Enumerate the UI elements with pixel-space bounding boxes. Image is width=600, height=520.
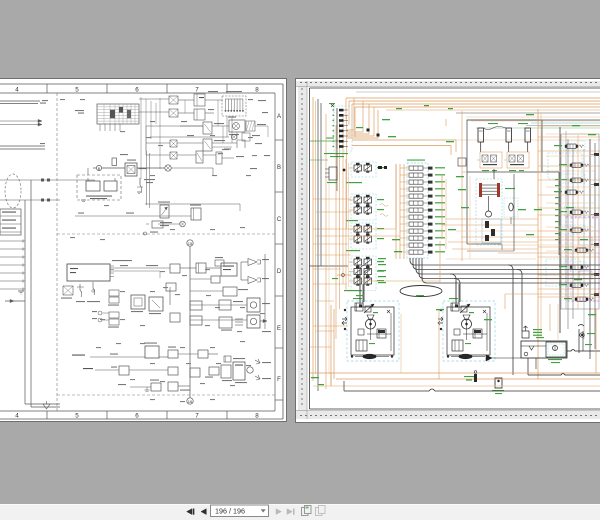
svg-text:4: 4 bbox=[15, 86, 19, 93]
svg-text:5: 5 bbox=[75, 413, 79, 420]
svg-text:7: 7 bbox=[195, 413, 199, 420]
svg-text:5: 5 bbox=[75, 86, 79, 93]
svg-text:6: 6 bbox=[135, 86, 139, 93]
svg-text:A: A bbox=[277, 114, 281, 120]
svg-text:16: 16 bbox=[188, 399, 193, 404]
svg-text:C: C bbox=[277, 217, 282, 223]
svg-text:4: 4 bbox=[15, 413, 19, 420]
svg-text:8: 8 bbox=[255, 413, 259, 420]
svg-text:D: D bbox=[277, 269, 282, 275]
svg-text:7: 7 bbox=[195, 86, 199, 93]
svg-text:E: E bbox=[277, 326, 281, 332]
svg-text:B: B bbox=[277, 165, 281, 171]
svg-text:6: 6 bbox=[135, 413, 139, 420]
svg-text:F: F bbox=[277, 377, 281, 383]
svg-text:15: 15 bbox=[188, 241, 193, 246]
svg-text:8: 8 bbox=[255, 86, 259, 93]
